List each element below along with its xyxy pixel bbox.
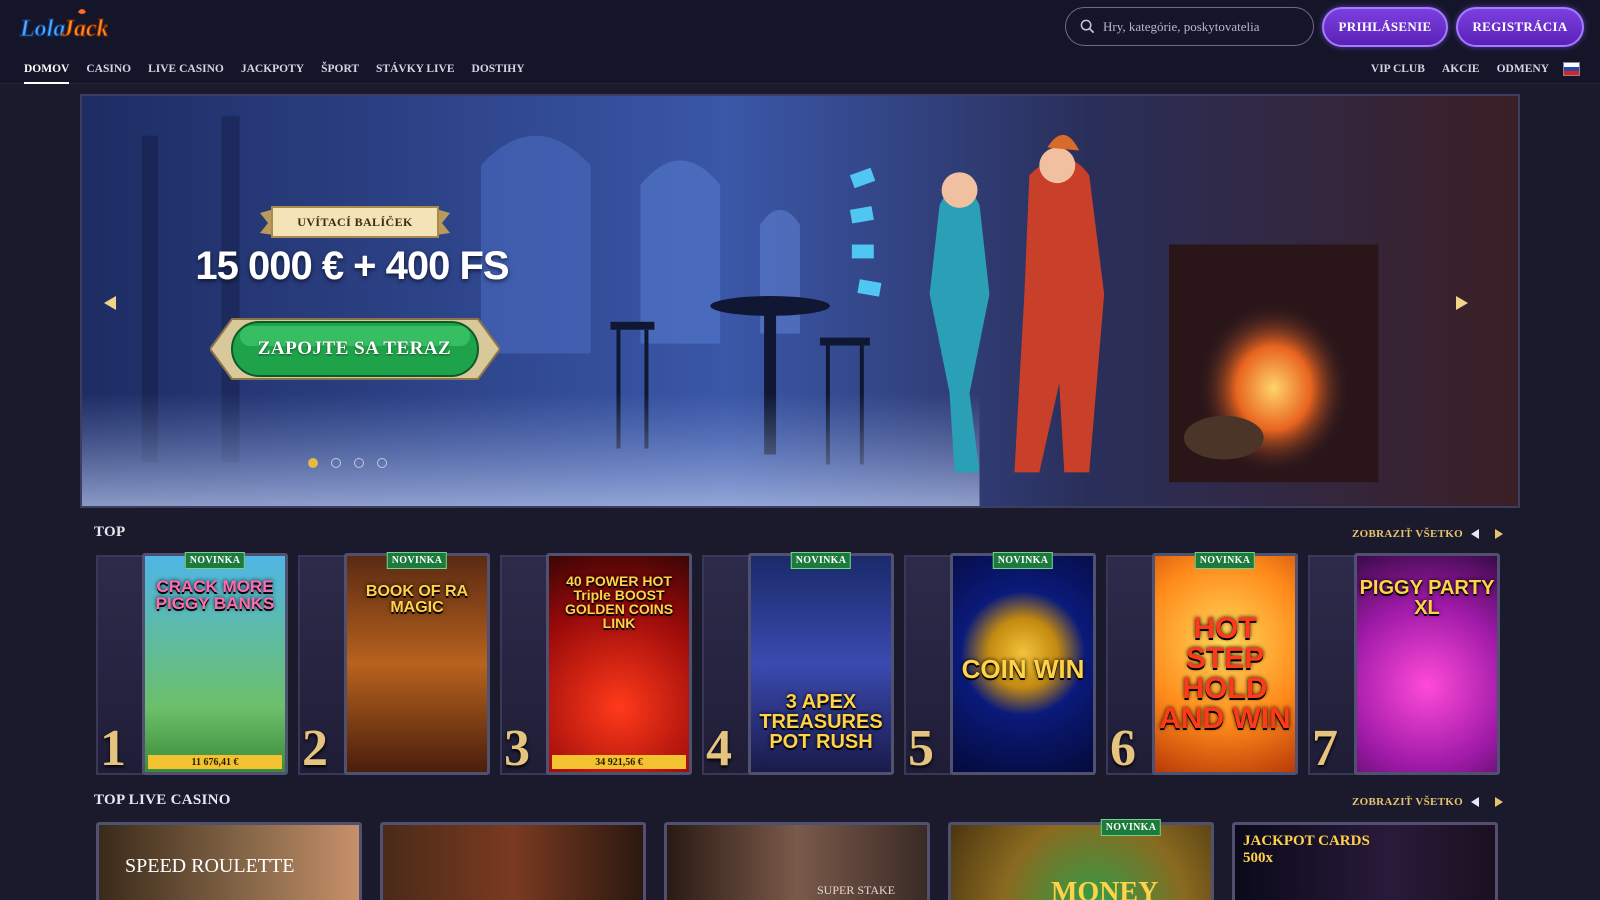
top-show-all-link[interactable]: ZOBRAZIŤ VŠETKO xyxy=(1352,528,1463,540)
nav-right: VIP CLUB AKCIE ODMENY xyxy=(1354,54,1600,84)
live-prev-arrow-icon[interactable] xyxy=(1470,796,1480,808)
hero-next-arrow-icon[interactable] xyxy=(1454,294,1470,312)
live-game-title: SUPER STAKE xyxy=(817,883,896,897)
rank-number: 7 xyxy=(1312,720,1338,777)
game-card[interactable]: 40 POWER HOT Triple BOOST GOLDEN COINS L… xyxy=(546,553,692,775)
top-game-slot: 4 3 APEX TREASURES POT RUSH NOVINKA xyxy=(702,552,902,777)
nav-item-sport[interactable]: ŠPORT xyxy=(321,54,359,84)
nav-left: DOMOV CASINO LIVE CASINO JACKPOTY ŠPORT … xyxy=(24,54,542,84)
hero-dot-1[interactable] xyxy=(308,458,318,468)
nav-item-casino[interactable]: CASINO xyxy=(86,54,131,84)
live-game-title: MONEY xyxy=(1051,877,1159,900)
nav-item-jackpoty[interactable]: JACKPOTY xyxy=(241,54,304,84)
game-card[interactable]: COIN WIN xyxy=(950,553,1096,775)
rank-number: 4 xyxy=(706,720,732,777)
live-game-title: SPEED ROULETTE xyxy=(125,855,295,877)
game-title: PIGGY PARTY XL xyxy=(1359,577,1495,619)
game-title: COIN WIN xyxy=(961,654,1085,684)
game-title: CRACK MORE PIGGY BANKS xyxy=(155,577,275,613)
svg-text:Jack: Jack xyxy=(61,16,108,42)
game-card[interactable]: BOOK OF RA MAGIC xyxy=(344,553,490,775)
live-games-row: SPEED ROULETTE SUPER STAKE MONEY NOVINKA… xyxy=(96,819,1506,900)
login-button[interactable]: PRIHLÁSENIE xyxy=(1322,7,1448,47)
search-box[interactable] xyxy=(1065,7,1314,46)
hero-dot-2[interactable] xyxy=(331,458,341,468)
rank-number: 5 xyxy=(908,720,934,777)
jackpot-amount: 34 921,56 € xyxy=(552,755,686,769)
search-input[interactable] xyxy=(1103,18,1303,35)
top-game-slot: 1 CRACK MORE PIGGY BANKS 11 676,41 € NOV… xyxy=(96,552,296,777)
rank-number: 2 xyxy=(302,720,328,777)
live-game-card[interactable]: JACKPOT CARDS 500x xyxy=(1232,822,1498,900)
nav-item-akcie[interactable]: AKCIE xyxy=(1442,54,1480,84)
top-game-slot: 7 PIGGY PARTY XL xyxy=(1308,553,1508,777)
rank-number: 3 xyxy=(504,720,530,777)
live-show-all-link[interactable]: ZOBRAZIŤ VŠETKO xyxy=(1352,796,1463,808)
svg-text:Lola: Lola xyxy=(19,16,65,42)
hero-banner[interactable]: UVÍTACÍ BALÍČEK 15 000 € + 400 FS ZAPOJT… xyxy=(80,94,1520,508)
lolajack-logo[interactable]: Lola Jack xyxy=(18,6,108,46)
live-next-arrow-icon[interactable] xyxy=(1494,796,1504,808)
top-game-slot: 6 HOT STEP HOLD AND WIN NOVINKA xyxy=(1106,552,1306,777)
new-badge: NOVINKA xyxy=(790,552,852,569)
main-nav: DOMOV CASINO LIVE CASINO JACKPOTY ŠPORT … xyxy=(0,54,1600,84)
hero-prev-arrow-icon[interactable] xyxy=(102,294,118,312)
register-button[interactable]: REGISTRÁCIA xyxy=(1456,7,1584,47)
live-game-card[interactable]: MONEY xyxy=(948,822,1214,900)
nav-item-vip-club[interactable]: VIP CLUB xyxy=(1371,54,1425,84)
jackpot-amount: 11 676,41 € xyxy=(148,755,282,769)
top-prev-arrow-icon[interactable] xyxy=(1470,528,1480,540)
game-card[interactable]: 3 APEX TREASURES POT RUSH xyxy=(748,553,894,775)
join-now-button[interactable]: ZAPOJTE SA TERAZ xyxy=(232,320,477,378)
language-flag-icon[interactable] xyxy=(1563,62,1580,76)
top-game-slot: 5 COIN WIN NOVINKA xyxy=(904,552,1104,777)
nav-item-stavky-live[interactable]: STÁVKY LIVE xyxy=(376,54,455,84)
live-game-card[interactable]: SPEED ROULETTE xyxy=(96,822,362,900)
top-games-row: 1 CRACK MORE PIGGY BANKS 11 676,41 € NOV… xyxy=(96,552,1508,779)
bonus-amount: 15 000 € + 400 FS xyxy=(195,244,509,288)
new-badge: NOVINKA xyxy=(184,552,246,569)
nav-item-dostihy[interactable]: DOSTIHY xyxy=(472,54,525,84)
new-badge: NOVINKA xyxy=(1194,552,1256,569)
live-game-card[interactable] xyxy=(380,822,646,900)
nav-item-live-casino[interactable]: LIVE CASINO xyxy=(148,54,224,84)
top-game-slot: 2 BOOK OF RA MAGIC NOVINKA xyxy=(298,552,498,777)
new-badge: NOVINKA xyxy=(992,552,1054,569)
top-carousel-arrows xyxy=(1470,528,1504,540)
live-game-title: JACKPOT CARDS 500x xyxy=(1243,833,1370,866)
welcome-package-label: UVÍTACÍ BALÍČEK xyxy=(297,214,413,229)
rank-number: 6 xyxy=(1110,720,1136,777)
nav-item-domov[interactable]: DOMOV xyxy=(24,54,70,84)
game-card[interactable]: HOT STEP HOLD AND WIN xyxy=(1152,553,1298,775)
game-card[interactable]: CRACK MORE PIGGY BANKS 11 676,41 € xyxy=(142,553,288,775)
nav-item-odmeny[interactable]: ODMENY xyxy=(1497,54,1549,84)
section-title-top: TOP xyxy=(94,524,126,540)
game-title: HOT STEP HOLD AND WIN xyxy=(1159,612,1291,735)
game-title: BOOK OF RA MAGIC xyxy=(365,583,469,616)
rank-number: 1 xyxy=(100,720,126,777)
game-card[interactable]: PIGGY PARTY XL xyxy=(1354,553,1500,775)
top-bar: Lola Jack PRIHLÁSENIE REGISTRÁCIA xyxy=(0,0,1600,54)
top-game-slot: 3 40 POWER HOT Triple BOOST GOLDEN COINS… xyxy=(500,553,700,777)
game-title: 3 APEX TREASURES POT RUSH xyxy=(759,691,883,753)
hero-illustration xyxy=(82,96,1518,506)
search-icon xyxy=(1080,19,1095,34)
section-title-top-live-casino: TOP LIVE CASINO xyxy=(94,792,231,808)
live-carousel-arrows xyxy=(1470,796,1504,808)
new-badge: NOVINKA xyxy=(1100,819,1162,836)
top-next-arrow-icon[interactable] xyxy=(1494,528,1504,540)
live-game-card[interactable]: SUPER STAKE xyxy=(664,822,930,900)
hero-dot-3[interactable] xyxy=(354,458,364,468)
game-title: 40 POWER HOT Triple BOOST GOLDEN COINS L… xyxy=(564,573,674,631)
new-badge: NOVINKA xyxy=(386,552,448,569)
hero-pagination xyxy=(308,458,387,468)
hero-dot-4[interactable] xyxy=(377,458,387,468)
